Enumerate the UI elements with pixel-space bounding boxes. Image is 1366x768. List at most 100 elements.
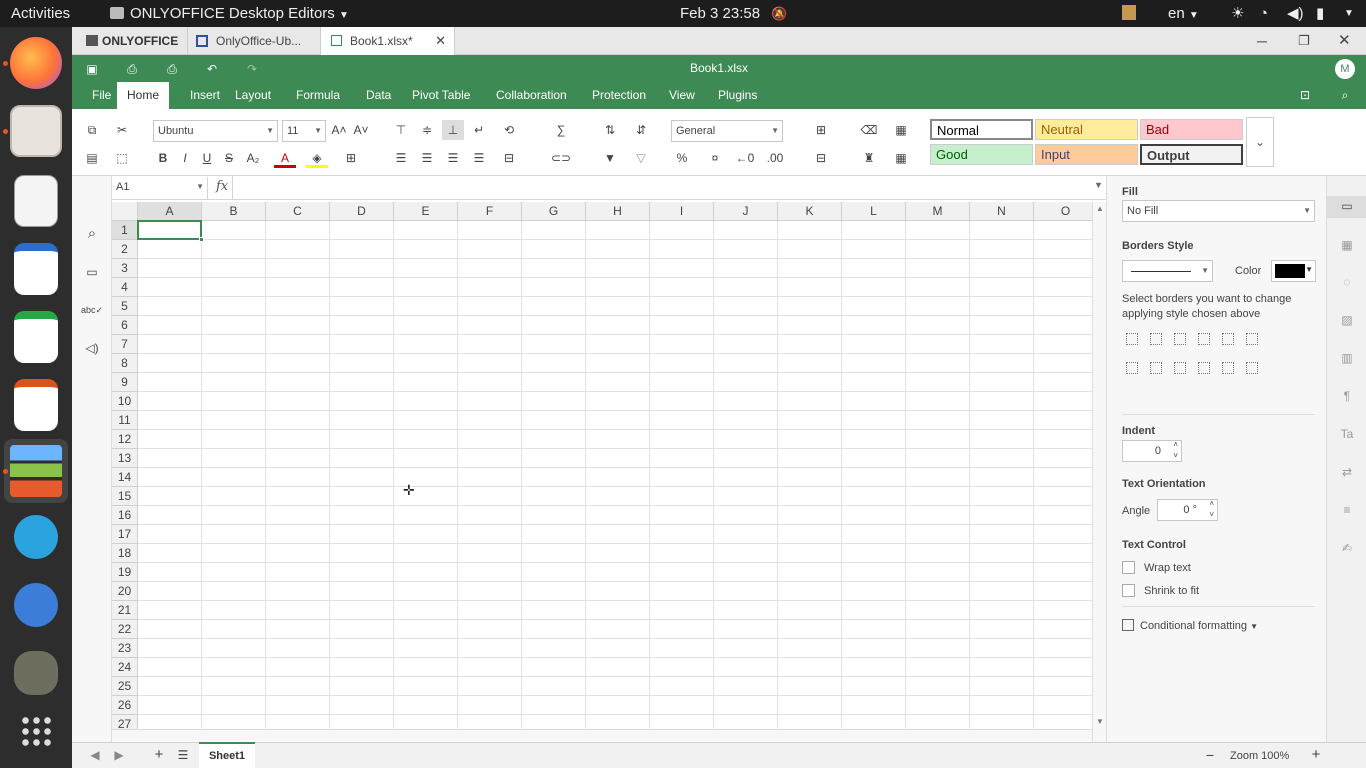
libreoffice-writer-icon[interactable] (14, 243, 58, 295)
inner-borders-icon[interactable] (1150, 333, 1162, 345)
filter-icon[interactable]: ▼ (599, 148, 621, 168)
font-color-icon[interactable]: A (274, 148, 296, 168)
brightness-icon[interactable]: ☀ (1231, 0, 1244, 27)
paragraph-settings-icon[interactable]: ¶ (1336, 386, 1358, 406)
column-header[interactable]: H (586, 202, 650, 221)
column-header[interactable]: C (266, 202, 330, 221)
wrap-text-icon[interactable]: ↵ (468, 120, 490, 140)
cell-style-input[interactable]: Input (1035, 144, 1138, 165)
cut-icon[interactable]: ✂ (111, 120, 133, 140)
search-icon[interactable]: ⌕ (1334, 85, 1356, 105)
column-header[interactable]: D (330, 202, 394, 221)
row-header[interactable]: 6 (112, 316, 138, 335)
row-header[interactable]: 23 (112, 639, 138, 658)
row-header[interactable]: 9 (112, 373, 138, 392)
row-header[interactable]: 12 (112, 430, 138, 449)
row-header[interactable]: 24 (112, 658, 138, 677)
sort-ascending-icon[interactable]: ⇅ (599, 120, 621, 140)
files-icon[interactable] (10, 105, 62, 157)
align-left-icon[interactable]: ☰ (390, 148, 412, 168)
volume-icon[interactable]: ◀) (1287, 0, 1304, 27)
column-header[interactable]: F (458, 202, 522, 221)
system-menu-icon[interactable]: ▼ (1344, 0, 1354, 27)
column-header[interactable]: K (778, 202, 842, 221)
align-bottom-icon[interactable]: ⊥ (442, 120, 464, 140)
pivot-settings-icon[interactable]: ⇄ (1336, 462, 1358, 482)
strikethrough-icon[interactable]: S (218, 148, 240, 168)
subscript-icon[interactable]: A₂ (242, 148, 264, 168)
language-selector[interactable]: en ▼ (1168, 0, 1199, 29)
cell-style-good[interactable]: Good (930, 144, 1033, 165)
selected-cell-a1[interactable] (137, 220, 204, 242)
row-header[interactable]: 19 (112, 563, 138, 582)
pen-app-icon[interactable] (14, 583, 58, 627)
row-header[interactable]: 7 (112, 335, 138, 354)
minimize-icon[interactable]: ─ (1257, 27, 1267, 55)
column-header[interactable]: G (522, 202, 586, 221)
menu-layout[interactable]: Layout (225, 82, 281, 109)
column-header[interactable]: J (714, 202, 778, 221)
scroll-up-icon[interactable]: ▲ (1096, 204, 1104, 213)
angle-spinner[interactable]: 0 ° ˄ ˅ (1157, 499, 1218, 521)
column-header[interactable]: L (842, 202, 906, 221)
clock[interactable]: Feb 3 23:58 (680, 0, 760, 27)
all-borders-icon[interactable] (1126, 333, 1138, 345)
diagonal-up-icon[interactable] (1222, 333, 1234, 345)
close-window-icon[interactable]: ✕ (1338, 27, 1351, 55)
copy-style-icon[interactable]: ♜ (858, 148, 880, 168)
merge-icon[interactable]: ⊟ (498, 148, 520, 168)
text-editor-icon[interactable] (14, 175, 58, 227)
column-header[interactable]: I (650, 202, 714, 221)
next-sheet-icon[interactable]: ▶ (108, 745, 130, 765)
table-settings-icon[interactable]: ▦ (1336, 235, 1358, 255)
row-header[interactable]: 13 (112, 449, 138, 468)
right-border-icon[interactable] (1174, 362, 1186, 374)
orientation-icon[interactable]: ⟲ (498, 120, 520, 140)
gimp-icon[interactable] (14, 651, 58, 695)
row-header[interactable]: 25 (112, 677, 138, 696)
column-header[interactable]: M (906, 202, 970, 221)
row-header[interactable]: 10 (112, 392, 138, 411)
row-header[interactable]: 11 (112, 411, 138, 430)
styles-expand-button[interactable]: ⌄ (1246, 117, 1274, 167)
spinner-arrows-icon[interactable]: ˄ ˅ (1173, 439, 1178, 461)
row-header[interactable]: 2 (112, 240, 138, 259)
signature-icon[interactable]: ✍ (1336, 538, 1358, 558)
sum-icon[interactable]: ∑ (550, 120, 572, 140)
row-header[interactable]: 1 (112, 221, 138, 240)
bottom-border-icon[interactable] (1246, 362, 1258, 374)
insert-cells-icon[interactable]: ⊞ (810, 120, 832, 140)
expand-formula-icon[interactable]: ▼ (1094, 180, 1103, 190)
name-box[interactable]: A1 ▼ (112, 177, 208, 199)
column-header[interactable]: A (138, 202, 202, 221)
spinner-arrows-icon[interactable]: ˄ ˅ (1209, 498, 1214, 520)
menu-protection[interactable]: Protection (582, 82, 656, 109)
format-as-table-icon[interactable]: ▦ (890, 148, 912, 168)
increase-font-icon[interactable]: A˄ (328, 120, 350, 140)
shrink-to-fit-checkbox[interactable] (1122, 584, 1135, 597)
row-header[interactable]: 15 (112, 487, 138, 506)
horizontal-scrollbar[interactable] (112, 729, 1092, 741)
menu-home[interactable]: Home (117, 82, 170, 109)
conditional-format-icon[interactable]: ▦ (890, 120, 912, 140)
maximize-icon[interactable]: ❐ (1298, 27, 1310, 55)
paste-icon[interactable]: ▤ (81, 148, 103, 168)
decrease-font-icon[interactable]: A˅ (350, 120, 372, 140)
fill-select[interactable]: No Fill ▼ (1122, 200, 1315, 222)
announcements-icon[interactable]: ◁) (81, 338, 103, 358)
top-border-icon[interactable] (1198, 362, 1210, 374)
row-header[interactable]: 20 (112, 582, 138, 601)
left-border-icon[interactable] (1126, 362, 1138, 374)
wrap-text-checkbox[interactable] (1122, 561, 1135, 574)
formula-input[interactable] (232, 176, 1092, 199)
spellcheck-icon[interactable]: abc✓ (81, 300, 103, 320)
clear-filter-icon[interactable]: ▽ (630, 148, 652, 168)
font-family-select[interactable]: Ubuntu ▼ (153, 120, 278, 142)
outer-borders-icon[interactable] (1198, 333, 1210, 345)
open-location-icon[interactable]: ⊡ (1294, 85, 1316, 105)
sheet-tab-sheet1[interactable]: Sheet1 (199, 742, 255, 768)
inner-horizontal-icon[interactable] (1222, 362, 1234, 374)
menu-file[interactable]: File (82, 82, 121, 109)
bold-icon[interactable]: B (152, 148, 174, 168)
avatar[interactable]: M (1335, 59, 1355, 79)
